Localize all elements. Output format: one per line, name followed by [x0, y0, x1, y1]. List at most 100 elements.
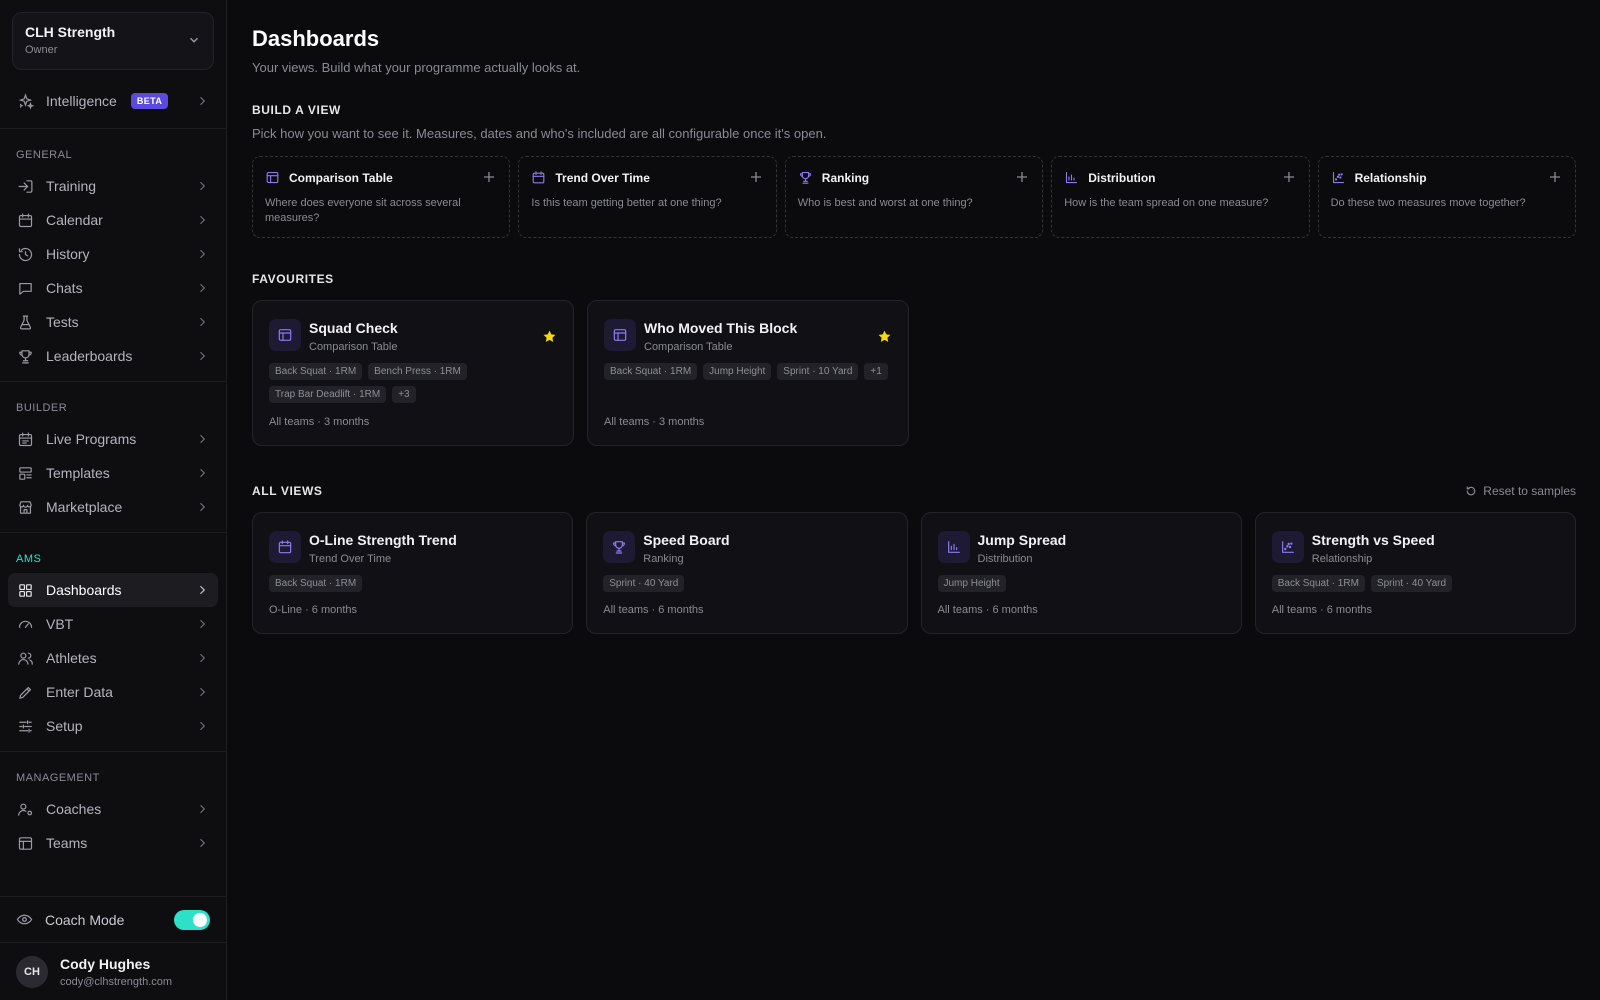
chevron-right-icon [200, 283, 206, 293]
sidebar-item-enter-data[interactable]: Enter Data [8, 675, 218, 709]
sidebar-item-label: Live Programs [46, 431, 137, 447]
sidebar-item-label: Intelligence [46, 93, 117, 109]
sidebar-item-intelligence[interactable]: Intelligence BETA [8, 84, 218, 118]
view-card-type: Relationship [1311, 553, 1373, 565]
sidebar-item-leaderboards[interactable]: Leaderboards [8, 339, 218, 373]
sidebar-item-vbt[interactable]: VBT [8, 607, 218, 641]
view-card-title: Squad Check [309, 320, 398, 336]
user-profile[interactable]: CH Cody Hughes cody@clhstrength.com [0, 942, 226, 1000]
coach-mode-toggle[interactable] [174, 909, 210, 930]
sidebar-item-label: Athletes [46, 650, 97, 666]
measure-chip: Jump Height [703, 363, 772, 380]
build-card-description: Who is best and worst at one thing? [797, 197, 973, 209]
view-card-o-line-strength-trend[interactable]: O-Line Strength Trend Trend Over Time Back… [252, 512, 574, 634]
sidebar-item-calendar[interactable]: Calendar [8, 203, 218, 237]
plus-icon[interactable] [750, 171, 762, 183]
plus-icon[interactable] [483, 171, 495, 183]
sidebar-item-label: Teams [46, 835, 88, 851]
view-card-scope: O-Line · 6 months [269, 604, 358, 616]
sidebar-item-label: Training [46, 178, 97, 194]
measure-chip: Back Squat · 1RM [1271, 575, 1365, 592]
chevron-right-icon [200, 838, 206, 848]
plus-icon[interactable] [1016, 171, 1028, 183]
calendar-icon [269, 531, 301, 563]
build-card-trend-over-time[interactable]: Trend Over Time Is this team getting bett… [518, 156, 777, 238]
view-card-who-moved-this-block[interactable]: Who Moved This Block Comparison Table Back… [587, 300, 909, 446]
sidebar-item-label: Calendar [46, 212, 103, 228]
measure-chip: +1 [864, 363, 888, 380]
star-icon[interactable] [542, 329, 557, 344]
org-switcher[interactable]: CLH Strength Owner [12, 12, 214, 70]
sidebar-item-athletes[interactable]: Athletes [8, 641, 218, 675]
chevron-right-icon [200, 317, 206, 327]
all-views-grid: O-Line Strength Trend Trend Over Time Back… [252, 512, 1576, 634]
sidebar-item-templates[interactable]: Templates [8, 456, 218, 490]
view-card-scope: All teams · 6 months [937, 604, 1038, 616]
measure-chip: Jump Height [937, 575, 1006, 592]
build-card-title: Trend Over Time [555, 170, 650, 185]
sidebar-item-dashboards[interactable]: Dashboards [8, 573, 218, 607]
history-icon [16, 245, 34, 263]
page-title: Dashboards [252, 26, 380, 51]
view-card-strength-vs-speed[interactable]: Strength vs Speed Relationship Back Squat … [1254, 512, 1576, 634]
page-subtitle: Your views. Build what your programme ac… [252, 60, 581, 75]
sidebar-item-history[interactable]: History [8, 237, 218, 271]
sidebar-item-training[interactable]: Training [8, 169, 218, 203]
view-card-squad-check[interactable]: Squad Check Comparison Table Back Squat · … [252, 300, 574, 446]
measure-chip: Bench Press · 1RM [368, 363, 467, 380]
chevron-right-icon [200, 96, 206, 106]
build-card-distribution[interactable]: Distribution How is the team spread on on… [1051, 156, 1310, 238]
reset-to-samples-button[interactable]: Reset to samples [1465, 484, 1576, 498]
sidebar-item-chats[interactable]: Chats [8, 271, 218, 305]
chevron-right-icon [200, 434, 206, 444]
sidebar-item-live-programs[interactable]: Live Programs [8, 422, 218, 456]
chevron-right-icon [200, 653, 206, 663]
build-card-comparison-table[interactable]: Comparison Table Where does everyone sit … [252, 156, 511, 238]
coach-mode-label: Coach Mode [45, 911, 125, 928]
view-card-title: O-Line Strength Trend [309, 532, 457, 548]
view-card-speed-board[interactable]: Speed Board Ranking Sprint · 40 Yard All te… [586, 512, 908, 634]
chevron-right-icon [200, 181, 206, 191]
sidebar-item-coaches[interactable]: Coaches [8, 792, 218, 826]
sidebar-item-teams[interactable]: Teams [8, 826, 218, 860]
star-icon[interactable] [877, 329, 892, 344]
bar-chart-icon [1064, 170, 1079, 185]
view-card-jump-spread[interactable]: Jump Spread Distribution Jump Height All te… [920, 512, 1242, 634]
chevron-down-icon [190, 37, 198, 43]
section-general: GENERAL [16, 149, 73, 161]
build-card-relationship[interactable]: Relationship Do these two measures move t… [1317, 156, 1576, 238]
sidebar-item-label: Marketplace [46, 499, 123, 515]
sidebar-item-label: History [46, 246, 90, 262]
table-icon [16, 834, 34, 852]
chevron-right-icon [200, 687, 206, 697]
avatar: CH [16, 955, 48, 988]
sidebar-item-label: Coaches [46, 801, 102, 817]
view-card-title: Speed Board [643, 532, 730, 548]
sidebar-item-label: Templates [46, 465, 110, 481]
section-ams: AMS [16, 553, 42, 565]
plus-icon[interactable] [1283, 171, 1295, 183]
plus-icon[interactable] [1549, 171, 1561, 183]
sidebar-item-tests[interactable]: Tests [8, 305, 218, 339]
build-card-title: Relationship [1354, 170, 1427, 185]
sidebar-item-label: Enter Data [46, 684, 113, 700]
measure-chip: Back Squat · 1RM [604, 363, 698, 380]
measure-chips: Sprint · 40 Yard [603, 575, 890, 592]
user-name: Cody Hughes [60, 955, 151, 972]
sidebar-item-marketplace[interactable]: Marketplace [8, 490, 218, 524]
favourites-grid: Squad Check Comparison Table Back Squat · … [252, 300, 1576, 446]
chevron-right-icon [200, 351, 206, 361]
table-icon [604, 319, 636, 351]
view-card-scope: All teams · 3 months [269, 416, 370, 428]
measure-chip: Sprint · 40 Yard [603, 575, 685, 592]
measure-chips: Back Squat · 1RM Sprint · 40 Yard [1271, 575, 1559, 592]
sidebar-item-setup[interactable]: Setup [8, 709, 218, 743]
chat-icon [16, 279, 34, 297]
build-card-ranking[interactable]: Ranking Who is best and worst at one thin… [784, 156, 1044, 238]
measure-chip: Back Squat · 1RM [269, 575, 363, 592]
main-content: Dashboards Your views. Build what your p… [227, 0, 1600, 1000]
view-card-scope: All teams · 6 months [603, 604, 704, 616]
store-icon [16, 498, 34, 516]
measure-chip: +3 [392, 386, 416, 403]
sidebar-item-label: Tests [46, 314, 79, 330]
